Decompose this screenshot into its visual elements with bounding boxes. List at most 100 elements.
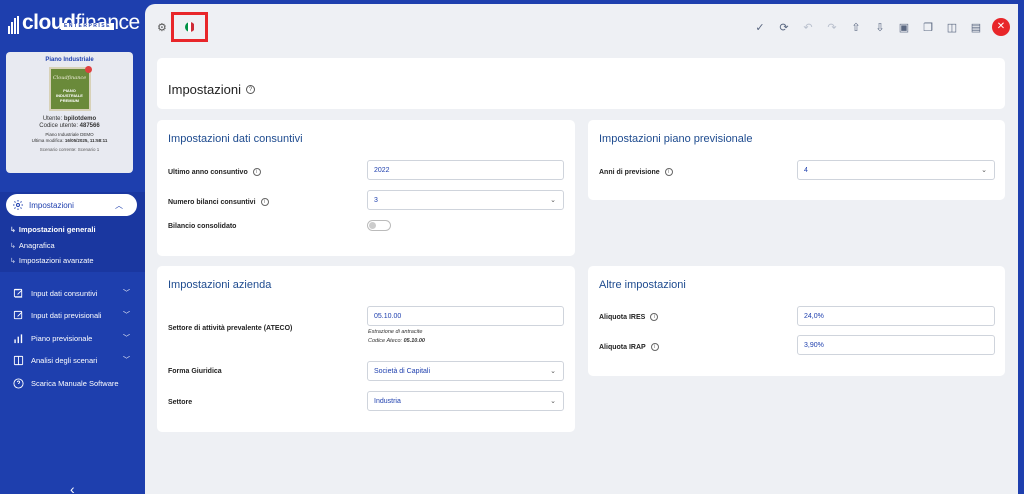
- save-icon[interactable]: ▣: [892, 21, 916, 34]
- sidebar-item-label: Input dati consuntivi: [31, 288, 98, 298]
- anni-previsione-select[interactable]: 4 ⌄: [797, 160, 995, 180]
- sidebar: cloudfinance ENTERPRISE Piano Industrial…: [0, 0, 145, 494]
- chevron-down-icon: ﹀: [123, 312, 130, 319]
- toolbar: ⚙ ✓ ⟳ ↶ ↷ ⇧ ⇩ ▣ ❐ ◫ ▤ ✕: [145, 4, 1018, 48]
- info-icon[interactable]: i: [650, 313, 659, 321]
- chevron-down-icon: ⌄: [550, 368, 556, 375]
- settore-select[interactable]: Industria ⌄: [367, 391, 564, 411]
- info-icon[interactable]: i: [664, 168, 673, 176]
- plan-last-modified: Ultima modifica: 16/05/2025, 11:58:11: [6, 138, 133, 144]
- download-icon[interactable]: ⇩: [868, 21, 892, 34]
- refresh-icon[interactable]: ⟳: [772, 21, 796, 34]
- plan-user-value: bpilotdemo: [63, 116, 97, 122]
- sidebar-item-anagrafica[interactable]: ↳ Anagrafica: [10, 241, 55, 250]
- check-icon[interactable]: ✓: [748, 21, 772, 34]
- bilancio-consolidato-toggle[interactable]: [367, 220, 391, 231]
- chevron-down-icon: ⌄: [550, 398, 556, 405]
- aliquota-ires-input[interactable]: 24,0%: [797, 306, 995, 326]
- main-content: ⚙ ✓ ⟳ ↶ ↷ ⇧ ⇩ ▣ ❐ ◫ ▤ ✕ Impostazioni ? I…: [145, 4, 1018, 494]
- toolbar-actions: ✓ ⟳ ↶ ↷ ⇧ ⇩ ▣ ❐ ◫ ▤ ✕: [748, 18, 1010, 36]
- ateco-code-line: Codice Ateco: 05.10.00: [368, 337, 425, 346]
- anni-previsione-value: 4: [804, 166, 808, 174]
- page-title: Impostazioni ?: [168, 82, 255, 97]
- plan-user-label: Utente:: [42, 116, 63, 122]
- chevron-down-icon: ⌄: [981, 167, 987, 174]
- info-icon[interactable]: i: [260, 198, 269, 206]
- ateco-input[interactable]: 05.10.00: [367, 306, 564, 326]
- collapse-sidebar-icon[interactable]: ‹: [70, 481, 75, 494]
- sidebar-item-scarica-manuale[interactable]: Scarica Manuale Software: [12, 377, 130, 389]
- forma-giuridica-label-text: Forma Giuridica: [168, 368, 222, 375]
- numero-bilanci-value: 3: [374, 196, 378, 204]
- logo-enterprise-label: ENTERPRISE: [61, 23, 114, 30]
- plan-last-mod-value: 16/05/2025, 11:58:11: [64, 138, 108, 143]
- info-icon[interactable]: i: [650, 343, 659, 351]
- ateco-hint: Estrazione di antracite Codice Ateco: 05…: [368, 328, 425, 346]
- edit-icon: [12, 309, 24, 321]
- sidebar-item-analisi-scenari[interactable]: Analisi degli scenari ﹀: [12, 354, 130, 366]
- chevron-down-icon: ﹀: [123, 290, 130, 297]
- plan-code-label: Codice utente:: [39, 123, 78, 129]
- upload-icon[interactable]: ⇧: [844, 21, 868, 34]
- ateco-value: 05.10.00: [374, 312, 402, 320]
- sidebar-item-piano-previsionale[interactable]: Piano previsionale ﹀: [12, 332, 130, 344]
- sub-arrow-icon: ↳: [10, 227, 16, 234]
- redo-icon[interactable]: ↷: [820, 21, 844, 34]
- aliquota-ires-label: Aliquota IRES i: [599, 313, 659, 321]
- card-title: Impostazioni azienda: [168, 279, 272, 291]
- plan-image-line3: PREMIUM: [60, 98, 79, 103]
- plan-user: Utente: bpilotdemo: [6, 116, 133, 122]
- aliquota-irap-label-text: Aliquota IRAP: [599, 343, 646, 351]
- page-title-text: Impostazioni: [168, 82, 241, 97]
- menu-impostazioni[interactable]: Impostazioni ︿: [6, 194, 137, 216]
- card-impostazioni-azienda: Impostazioni azienda Settore di attività…: [157, 266, 575, 432]
- numero-bilanci-label: Numero bilanci consuntivi i: [168, 198, 269, 206]
- copy-icon[interactable]: ❐: [916, 21, 940, 34]
- undo-icon[interactable]: ↶: [796, 21, 820, 34]
- help-icon[interactable]: ?: [245, 85, 255, 94]
- split-view-icon[interactable]: ◫: [940, 21, 964, 34]
- chevron-down-icon: ﹀: [123, 357, 130, 364]
- bilancio-consolidato-label: Bilancio consolidato: [168, 223, 236, 230]
- aliquota-irap-input[interactable]: 3,90%: [797, 335, 995, 355]
- chevron-up-icon: ︿: [115, 200, 123, 210]
- sidebar-item-label: Impostazioni avanzate: [18, 256, 94, 265]
- plan-last-mod-label: Ultima modifica:: [31, 138, 64, 143]
- card-altre-impostazioni: Altre impostazioni Aliquota IRES i 24,0% …: [588, 266, 1005, 376]
- sidebar-item-impostazioni-generali[interactable]: ↳ Impostazioni generali: [10, 225, 96, 234]
- calendar-icon[interactable]: ▤: [964, 21, 988, 34]
- close-icon[interactable]: ✕: [992, 18, 1010, 36]
- settings-icon[interactable]: ⚙: [157, 21, 167, 34]
- settore-label-text: Settore: [168, 399, 193, 406]
- ultimo-anno-input[interactable]: 2022: [367, 160, 564, 180]
- page-header-card: Impostazioni ?: [157, 58, 1005, 109]
- sidebar-item-label: Anagrafica: [18, 241, 55, 250]
- chevron-down-icon: ⌄: [550, 197, 556, 204]
- ateco-code-label: Codice Ateco:: [368, 338, 403, 344]
- sidebar-item-impostazioni-avanzate[interactable]: ↳ Impostazioni avanzate: [10, 256, 94, 265]
- settore-label: Settore: [168, 399, 192, 406]
- flag-stripe-red: [191, 22, 195, 32]
- ultimo-anno-label-text: Ultimo anno consuntivo: [168, 168, 248, 176]
- sidebar-item-input-previsionali[interactable]: Input dati previsionali ﹀: [12, 309, 130, 321]
- plan-title: Piano Industriale: [45, 57, 94, 63]
- forma-giuridica-select[interactable]: Società di Capitali ⌄: [367, 361, 564, 381]
- ultimo-anno-value: 2022: [374, 166, 390, 174]
- sidebar-item-input-consuntivi[interactable]: Input dati consuntivi ﹀: [12, 287, 130, 299]
- sidebar-item-label: Scarica Manuale Software: [31, 378, 119, 388]
- plan-image-text: PIANO INDUSTRIALE PREMIUM: [51, 88, 89, 103]
- forma-giuridica-label: Forma Giuridica: [168, 368, 222, 375]
- plan-scenario: Scenario corrente: Scenario 1: [39, 147, 100, 152]
- card-title: Impostazioni piano previsionale: [599, 133, 753, 145]
- help-circle-icon: [12, 377, 24, 389]
- numero-bilanci-select[interactable]: 3 ⌄: [367, 190, 564, 210]
- language-selector[interactable]: [171, 12, 208, 42]
- sidebar-item-label: Input dati previsionali: [31, 310, 102, 320]
- gear-icon: [13, 200, 23, 210]
- info-icon[interactable]: i: [252, 168, 261, 176]
- plan-badge-icon: [84, 66, 92, 73]
- plan-product-image: Cloudfinance PIANO INDUSTRIALE PREMIUM: [48, 66, 92, 111]
- plan-code: Codice utente: 487566: [6, 123, 133, 129]
- sub-arrow-icon: ↳: [10, 258, 16, 265]
- sidebar-item-label: Piano previsionale: [31, 333, 93, 343]
